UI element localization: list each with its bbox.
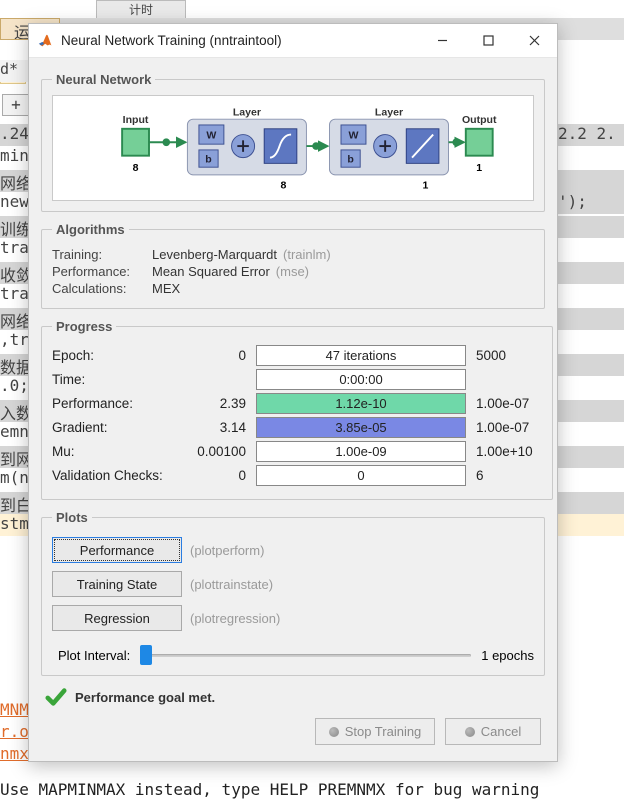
grad-bar: 3.85e-05 [256,417,466,438]
plot-regression-hint: (plotregression) [190,611,280,626]
svg-text:1: 1 [476,162,482,174]
val-end: 6 [472,468,542,483]
neural-network-group: Neural Network Input Layer Layer Output … [41,72,545,212]
svg-text:Output: Output [462,114,497,126]
svg-text:b: b [347,153,354,165]
plot-regression-button[interactable]: Regression [52,605,182,631]
svg-text:b: b [205,153,212,165]
plot-interval-label: Plot Interval: [58,648,130,663]
status-text: Performance goal met. [75,690,215,705]
alg-training-value: Levenberg-Marquardt [152,247,277,262]
perf-end: 1.00e-07 [472,396,542,411]
progress-group: Progress Epoch: 0 47 iterations 5000 Tim… [41,319,553,500]
plots-group: Plots Performance (plotperform) Training… [41,510,545,676]
alg-training-label: Training: [52,247,152,262]
svg-text:8: 8 [133,162,139,174]
cancel-button[interactable]: Cancel [445,718,541,745]
time-bar: 0:00:00 [256,369,466,390]
window-title: Neural Network Training (nntraintool) [61,33,419,48]
progress-mu-row: Mu: 0.00100 1.00e-09 1.00e+10 [52,441,542,462]
nntraintool-window: Neural Network Training (nntraintool) Ne… [28,23,558,762]
progress-legend: Progress [52,319,116,334]
bg-right2: '); [558,192,624,214]
plot-interval-value: 1 epochs [481,648,534,663]
neural-network-legend: Neural Network [52,72,155,87]
grad-start: 3.14 [188,420,250,435]
mu-bar: 1.00e-09 [256,441,466,462]
svg-text:W: W [206,129,216,141]
epoch-bar: 47 iterations [256,345,466,366]
bg-right1: 2.2 2. [558,124,624,146]
alg-perf-hint: (mse) [276,264,309,279]
epoch-start: 0 [188,348,250,363]
plot-interval-slider[interactable] [140,645,471,665]
svg-text:W: W [348,129,358,141]
check-icon [45,686,67,708]
bg-tab: 计时 [96,0,186,18]
cancel-icon [465,727,475,737]
bg-code0: d* [0,60,28,82]
cancel-label: Cancel [481,724,521,739]
svg-text:Input: Input [123,114,149,126]
algorithms-legend: Algorithms [52,222,129,237]
stop-icon [329,727,339,737]
svg-text:Layer: Layer [375,106,403,118]
network-diagram: Input Layer Layer Output W b [52,95,534,201]
perf-label: Performance: [52,396,182,411]
bg-code1: + [2,94,30,116]
alg-calc-value: MEX [152,281,180,296]
time-label: Time: [52,372,182,387]
perf-bar: 1.12e-10 [256,393,466,414]
epoch-end: 5000 [472,348,542,363]
perf-start: 2.39 [188,396,250,411]
alg-perf-value: Mean Squared Error [152,264,270,279]
svg-text:8: 8 [280,179,286,191]
grad-end: 1.00e-07 [472,420,542,435]
svg-text:Layer: Layer [233,106,261,118]
stop-training-button[interactable]: Stop Training [315,718,435,745]
plot-training-state-button[interactable]: Training State [52,571,182,597]
progress-time-row: Time: 0:00:00 [52,369,542,390]
status-row: Performance goal met. [45,686,545,708]
alg-calc-label: Calculations: [52,281,152,296]
svg-text:1: 1 [423,179,429,191]
algorithms-group: Algorithms Training: Levenberg-Marquardt… [41,222,545,309]
bg-footer: Use MAPMINMAX instead, type HELP PREMNMX… [0,780,624,804]
plot-performance-button[interactable]: Performance [52,537,182,563]
progress-grad-row: Gradient: 3.14 3.85e-05 1.00e-07 [52,417,542,438]
close-icon[interactable] [511,25,557,57]
epoch-label: Epoch: [52,348,182,363]
titlebar[interactable]: Neural Network Training (nntraintool) [29,24,557,58]
grad-label: Gradient: [52,420,182,435]
mu-label: Mu: [52,444,182,459]
minimize-icon[interactable] [419,25,465,57]
progress-perf-row: Performance: 2.39 1.12e-10 1.00e-07 [52,393,542,414]
maximize-icon[interactable] [465,25,511,57]
alg-perf-label: Performance: [52,264,152,279]
plot-training-state-hint: (plottrainstate) [190,577,273,592]
val-label: Validation Checks: [52,468,182,483]
mu-start: 0.00100 [188,444,250,459]
stop-training-label: Stop Training [345,724,422,739]
progress-val-row: Validation Checks: 0 0 6 [52,465,542,486]
val-bar: 0 [256,465,466,486]
matlab-icon [37,32,55,50]
plots-legend: Plots [52,510,92,525]
val-start: 0 [188,468,250,483]
plot-performance-hint: (plotperform) [190,543,264,558]
mu-end: 1.00e+10 [472,444,542,459]
progress-epoch-row: Epoch: 0 47 iterations 5000 [52,345,542,366]
alg-training-hint: (trainlm) [283,247,331,262]
